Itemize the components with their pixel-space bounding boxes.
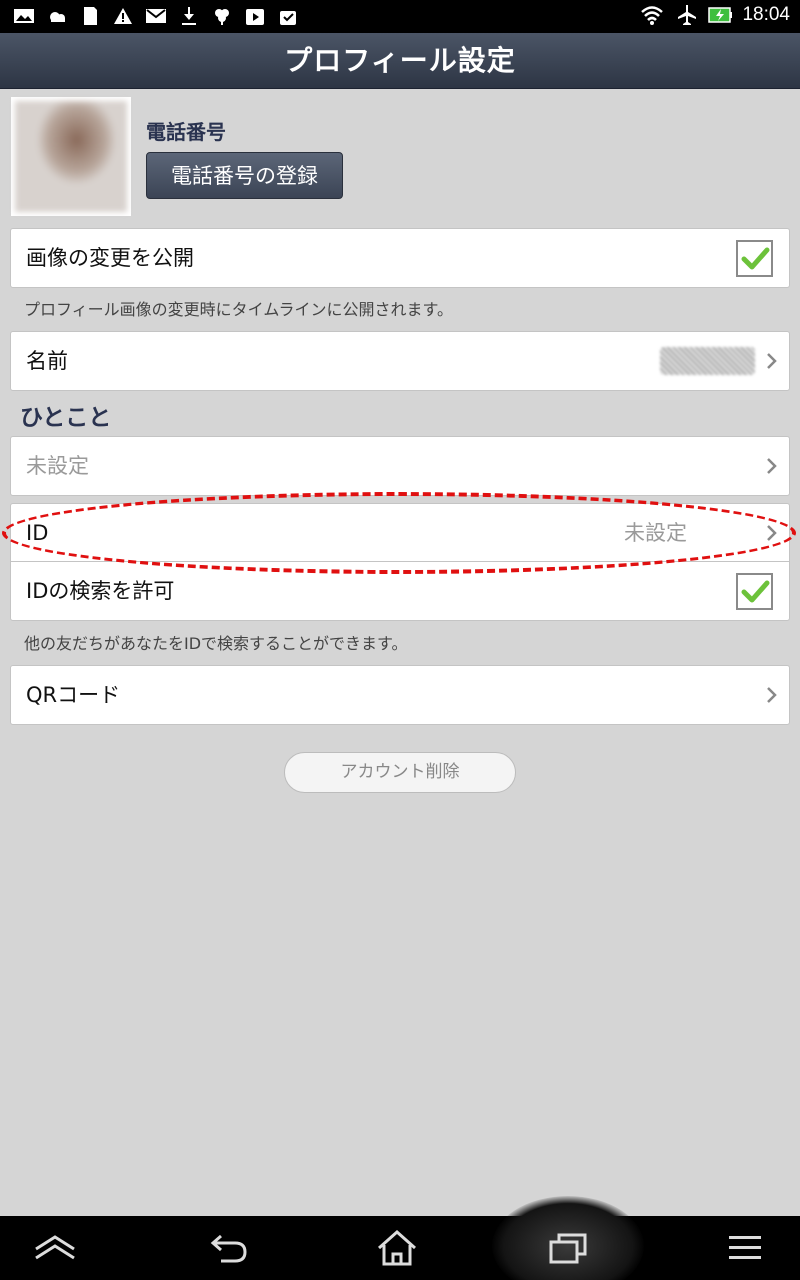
mail-icon [144, 5, 168, 27]
publish-image-change-label: 画像の変更を公開 [26, 246, 194, 270]
airplane-icon [674, 4, 698, 26]
download-icon [177, 5, 201, 27]
avatar[interactable] [11, 97, 131, 216]
home-icon[interactable] [352, 1216, 442, 1280]
publish-image-change-note: プロフィール画像の変更時にタイムラインに公開されます。 [24, 300, 453, 319]
battery-charging-icon [708, 4, 733, 26]
status-message-section-title: ひとこと [20, 405, 112, 431]
back-icon[interactable] [184, 1216, 274, 1280]
name-label: 名前 [26, 349, 68, 373]
clock: 18:04 [742, 4, 790, 25]
collapse-icon[interactable] [10, 1216, 100, 1280]
shopping-bag-icon [276, 5, 300, 27]
id-row[interactable]: ID 未設定 [10, 503, 790, 562]
qr-code-row[interactable]: QRコード [10, 665, 790, 725]
name-row[interactable]: 名前 [10, 331, 790, 391]
wifi-icon [640, 4, 664, 26]
clover-icon [210, 5, 234, 27]
page-title: プロフィール設定 [284, 44, 516, 77]
sd-card-icon [78, 5, 102, 27]
gallery-icon [12, 5, 36, 27]
chevron-right-icon [767, 353, 777, 369]
weather-icon [45, 5, 69, 27]
chevron-right-icon [767, 458, 777, 474]
play-store-icon [243, 5, 267, 27]
title-bar: プロフィール設定 [0, 33, 800, 89]
profile-photo [15, 101, 127, 212]
allow-id-search-checkbox[interactable] [736, 573, 773, 610]
warning-icon [111, 5, 135, 27]
publish-image-change-row[interactable]: 画像の変更を公開 [10, 228, 790, 288]
recent-apps-icon[interactable] [524, 1216, 614, 1280]
phone-number-label: 電話番号 [146, 120, 226, 144]
allow-id-search-label: IDの検索を許可 [26, 579, 175, 603]
chevron-right-icon [767, 687, 777, 703]
register-phone-button[interactable]: 電話番号の登録 [146, 152, 343, 199]
status-message-row[interactable]: 未設定 [10, 436, 790, 496]
publish-image-change-checkbox[interactable] [736, 240, 773, 277]
allow-id-search-row[interactable]: IDの検索を許可 [10, 561, 790, 621]
status-bar: 18:04 [0, 0, 800, 33]
qr-code-label: QRコード [26, 683, 121, 707]
status-message-placeholder: 未設定 [26, 454, 89, 478]
checkmark-icon [741, 247, 770, 270]
checkmark-icon [741, 580, 770, 603]
id-value: 未設定 [624, 521, 687, 545]
id-label: ID [26, 521, 49, 545]
name-value-redacted [660, 347, 755, 375]
chevron-right-icon [767, 525, 777, 541]
menu-icon[interactable] [700, 1216, 790, 1280]
allow-id-search-note: 他の友だちがあなたをIDで検索することができます。 [24, 634, 408, 653]
delete-account-button[interactable]: アカウント削除 [284, 752, 516, 793]
